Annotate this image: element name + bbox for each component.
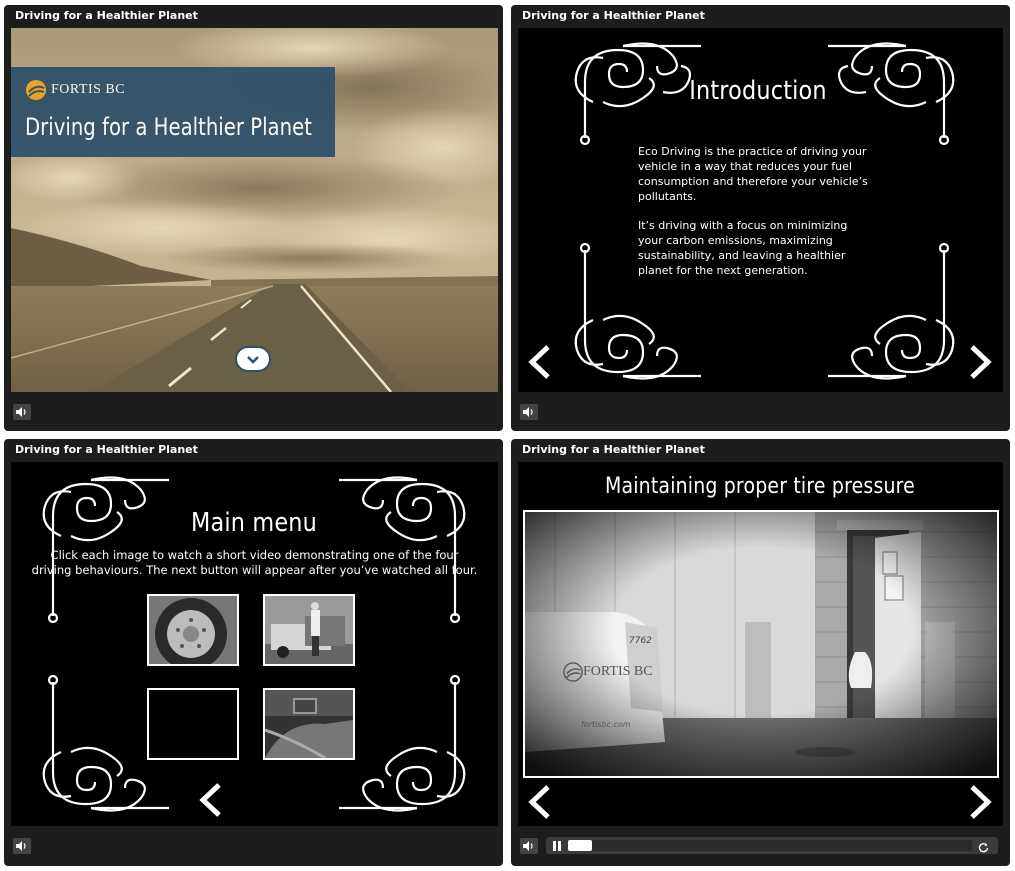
speaker-icon [16,841,26,851]
headline: Driving for a Healthier Planet [25,113,312,141]
next-button[interactable] [966,784,994,820]
volume-button[interactable] [520,838,538,854]
video-frame[interactable]: FORTIS BC 7762 fortisbc.com [523,510,999,778]
slide-heading: Introduction [689,76,827,106]
intro-paragraph-1: Eco Driving is the practice of driving y… [638,145,868,203]
previous-button[interactable] [526,344,554,380]
chevron-down-icon [247,356,259,364]
worker-truck-image [265,596,353,664]
video-thumbnail-interior[interactable] [263,688,355,760]
seek-track[interactable] [568,840,972,851]
panel-tire-pressure-video: Driving for a Healthier Planet Maintaini… [511,439,1010,866]
car-interior-image [265,690,353,758]
menu-instructions-line-1: Click each image to watch a short video … [50,548,459,562]
video-thumbnail-tire[interactable] [147,594,239,666]
panel-main-menu: Driving for a Healthier Planet Main menu… [4,439,503,866]
replay-button[interactable] [978,840,992,853]
seek-progress-fill [568,840,593,851]
scroll-ornament-top-right [828,42,955,146]
speaker-icon [523,407,533,417]
fortis-flame-icon [26,80,46,100]
volume-button[interactable] [13,404,31,420]
previous-button[interactable] [526,784,554,820]
truck-url: fortisbc.com [581,720,631,729]
video-scene [525,512,997,776]
tire-wheel-image [149,596,237,664]
panel-title: Driving for a Healthier Planet [15,9,198,22]
scroll-ornament-bottom-right [339,674,466,812]
truck-number: 7762 [629,636,652,646]
speaker-icon [16,407,26,417]
panel-title-slide: Driving for a Healthier Planet FORTIS BC… [4,5,503,431]
replay-icon [978,842,989,853]
playback-bar [546,837,998,854]
pause-button[interactable] [550,840,564,851]
menu-instructions-line-2: driving behaviours. The next button will… [31,563,478,577]
volume-button[interactable] [13,838,31,854]
next-button[interactable] [966,344,994,380]
video-thumbnail-loading[interactable] [263,594,355,666]
slide-stage: FORTIS BC Driving for a Healthier Planet [11,28,498,392]
pause-icon [553,841,561,851]
slide-stage: Introduction Eco Driving is the practice… [518,28,1003,392]
intro-text: Eco Driving is the practice of driving y… [638,144,874,292]
slide-stage: Main menu Click each image to watch a sh… [11,462,498,826]
truck-brand: FORTIS BC [583,664,653,679]
speaker-icon [523,841,533,851]
panel-introduction: Driving for a Healthier Planet Introduct… [511,5,1010,431]
slide-heading: Main menu [191,508,317,538]
fortis-flame-icon [563,662,583,682]
volume-button[interactable] [520,404,538,420]
video-thumbnail-empty[interactable] [147,688,239,760]
title-banner: FORTIS BC Driving for a Healthier Planet [11,67,335,157]
panel-title: Driving for a Healthier Planet [15,443,198,456]
panel-title: Driving for a Healthier Planet [522,443,705,456]
scroll-down-button[interactable] [235,346,271,372]
slide-stage: Maintaining proper tire pressure FORTIS … [518,462,1003,826]
intro-paragraph-2: It’s driving with a focus on minimizing … [638,219,848,277]
slide-heading: Maintaining proper tire pressure [604,474,916,499]
previous-button[interactable] [197,782,225,818]
brand-name: FORTIS BC [51,82,126,97]
panel-title: Driving for a Healthier Planet [522,9,705,22]
